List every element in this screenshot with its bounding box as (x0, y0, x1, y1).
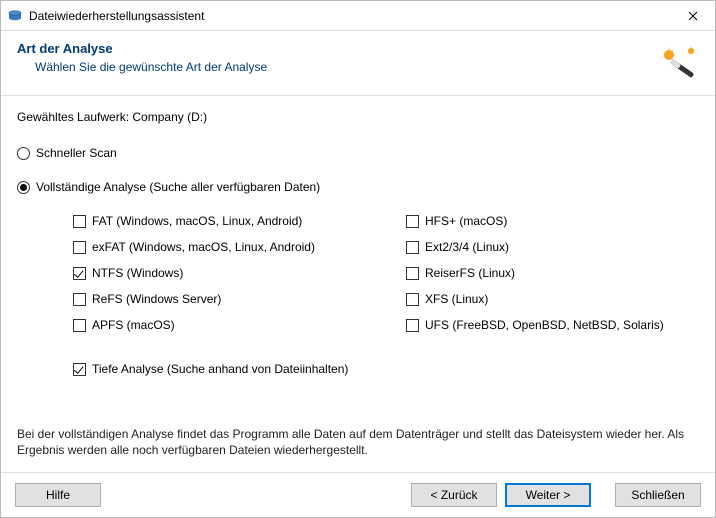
checkbox-label: HFS+ (macOS) (425, 214, 507, 228)
checkbox-icon (73, 267, 86, 280)
checkbox-icon (73, 363, 86, 376)
checkbox-icon (73, 215, 86, 228)
radio-icon (17, 181, 30, 194)
checkbox-icon (406, 215, 419, 228)
checkbox-label: Tiefe Analyse (Suche anhand von Dateiinh… (92, 362, 348, 376)
checkbox-ufs[interactable]: UFS (FreeBSD, OpenBSD, NetBSD, Solaris) (406, 318, 699, 332)
header-text: Art der Analyse Wählen Sie die gewünscht… (17, 41, 647, 74)
wizard-body: Gewähltes Laufwerk: Company (D:) Schnell… (1, 96, 715, 472)
checkbox-icon (406, 267, 419, 280)
checkbox-icon (73, 241, 86, 254)
checkbox-label: UFS (FreeBSD, OpenBSD, NetBSD, Solaris) (425, 318, 664, 332)
wizard-header: Art der Analyse Wählen Sie die gewünscht… (1, 31, 715, 96)
checkbox-icon (406, 241, 419, 254)
checkbox-label: XFS (Linux) (425, 292, 488, 306)
checkbox-label: APFS (macOS) (92, 318, 175, 332)
checkbox-deep-analysis[interactable]: Tiefe Analyse (Suche anhand von Dateiinh… (73, 362, 699, 376)
checkbox-exfat[interactable]: exFAT (Windows, macOS, Linux, Android) (73, 240, 366, 254)
close-button[interactable]: Schließen (615, 483, 701, 507)
checkbox-label: NTFS (Windows) (92, 266, 183, 280)
page-title: Art der Analyse (17, 41, 647, 56)
checkbox-label: ReiserFS (Linux) (425, 266, 515, 280)
checkbox-label: exFAT (Windows, macOS, Linux, Android) (92, 240, 315, 254)
checkbox-icon (406, 293, 419, 306)
checkbox-fat[interactable]: FAT (Windows, macOS, Linux, Android) (73, 214, 366, 228)
wand-icon (655, 41, 699, 85)
radio-icon (17, 147, 30, 160)
checkbox-icon (73, 293, 86, 306)
next-button[interactable]: Weiter > (505, 483, 591, 507)
radio-label: Vollständige Analyse (Suche aller verfüg… (36, 180, 320, 194)
wizard-footer: Hilfe < Zurück Weiter > Schließen (1, 472, 715, 517)
checkbox-label: ReFS (Windows Server) (92, 292, 221, 306)
radio-full-analysis[interactable]: Vollständige Analyse (Suche aller verfüg… (17, 180, 699, 194)
titlebar: Dateiwiederherstellungsassistent (1, 1, 715, 31)
radio-label: Schneller Scan (36, 146, 117, 160)
checkbox-icon (406, 319, 419, 332)
checkbox-xfs[interactable]: XFS (Linux) (406, 292, 699, 306)
window-title: Dateiwiederherstellungsassistent (29, 9, 671, 23)
checkbox-reiserfs[interactable]: ReiserFS (Linux) (406, 266, 699, 280)
checkbox-hfsplus[interactable]: HFS+ (macOS) (406, 214, 699, 228)
checkbox-ntfs[interactable]: NTFS (Windows) (73, 266, 366, 280)
filesystem-grid: FAT (Windows, macOS, Linux, Android) HFS… (73, 214, 699, 332)
checkbox-apfs[interactable]: APFS (macOS) (73, 318, 366, 332)
checkbox-ext[interactable]: Ext2/3/4 (Linux) (406, 240, 699, 254)
checkbox-label: Ext2/3/4 (Linux) (425, 240, 509, 254)
description-text: Bei der vollständigen Analyse findet das… (17, 426, 699, 458)
checkbox-icon (73, 319, 86, 332)
page-subtitle: Wählen Sie die gewünschte Art der Analys… (35, 60, 647, 74)
checkbox-label: FAT (Windows, macOS, Linux, Android) (92, 214, 302, 228)
checkbox-refs[interactable]: ReFS (Windows Server) (73, 292, 366, 306)
app-icon (7, 8, 23, 24)
wizard-window: Dateiwiederherstellungsassistent Art der… (0, 0, 716, 518)
close-icon[interactable] (671, 1, 715, 31)
radio-quick-scan[interactable]: Schneller Scan (17, 146, 699, 160)
help-button[interactable]: Hilfe (15, 483, 101, 507)
selected-drive-label: Gewähltes Laufwerk: Company (D:) (17, 110, 699, 124)
back-button[interactable]: < Zurück (411, 483, 497, 507)
